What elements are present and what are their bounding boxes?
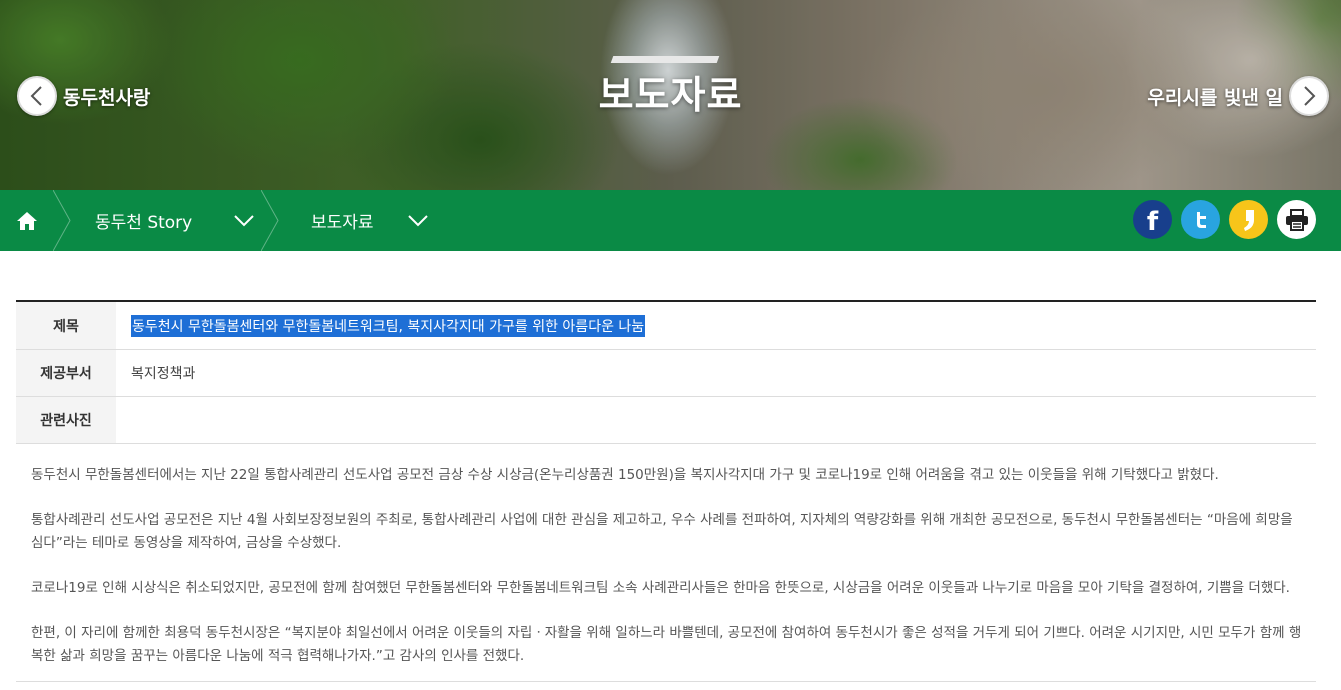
share-buttons: f — [1133, 200, 1316, 239]
location-bar: 동두천 Story 보도자료 f — [0, 190, 1341, 251]
title-value-cell: 동두천시 무한돌봄센터와 무한돌봄네트워크팀, 복지사각지대 가구를 위한 아름… — [116, 302, 1316, 349]
breadcrumb-separator — [53, 190, 71, 251]
department-value: 복지정책과 — [131, 366, 196, 382]
twitter-icon[interactable] — [1191, 210, 1211, 230]
facebook-share-button[interactable]: f — [1133, 200, 1172, 239]
article-paragraph: 동두천시 무한돌봄센터에서는 지난 22일 통합사례관리 선도사업 공모전 금상… — [31, 467, 1219, 483]
breadcrumb-story-dropdown[interactable]: 동두천 Story — [71, 190, 261, 251]
article-body: 동두천시 무한돌봄센터에서는 지난 22일 통합사례관리 선도사업 공모전 금상… — [31, 464, 1306, 690]
print-button[interactable] — [1277, 200, 1316, 239]
photo-value — [116, 397, 1316, 443]
home-button[interactable] — [0, 190, 53, 251]
facebook-icon[interactable]: f — [1147, 209, 1158, 235]
breadcrumb-press-dropdown[interactable]: 보도자료 — [279, 190, 439, 251]
title-row: 제목 동두천시 무한돌봄센터와 무한돌봄네트워크팀, 복지사각지대 가구를 위한… — [16, 302, 1316, 350]
prev-page-link[interactable]: 동두천사랑 — [17, 76, 150, 116]
next-page-label[interactable]: 우리시를 빛낸 일 — [1147, 83, 1283, 110]
department-label: 제공부서 — [16, 350, 116, 396]
chevron-down-icon[interactable] — [407, 214, 428, 227]
breadcrumb-press-label[interactable]: 보도자료 — [311, 208, 374, 233]
breadcrumb-story-label[interactable]: 동두천 Story — [95, 208, 192, 233]
home-icon[interactable] — [16, 211, 38, 231]
next-page-link[interactable]: 우리시를 빛낸 일 — [1147, 76, 1329, 116]
chevron-left-icon[interactable] — [17, 76, 57, 116]
hero-banner: 보도자료 동두천사랑 우리시를 빛낸 일 — [0, 0, 1341, 190]
photo-label: 관련사진 — [16, 397, 116, 443]
breadcrumb-separator — [261, 190, 279, 251]
twitter-share-button[interactable] — [1181, 200, 1220, 239]
article-paragraph: 통합사례관리 선도사업 공모전은 지난 4월 사회보장정보원의 주최로, 통합사… — [31, 512, 1293, 551]
article-paragraph: 한편, 이 자리에 함께한 최용덕 동두천시장은 “복지분야 최일선에서 어려운… — [31, 625, 1302, 664]
page-title: 보도자료 — [598, 73, 743, 117]
article-info-table: 제목 동두천시 무한돌봄센터와 무한돌봄네트워크팀, 복지사각지대 가구를 위한… — [16, 300, 1316, 444]
chevron-right-icon[interactable] — [1289, 76, 1329, 116]
prev-page-label[interactable]: 동두천사랑 — [63, 83, 150, 110]
kakaostory-icon[interactable] — [1241, 208, 1257, 232]
kakaostory-share-button[interactable] — [1229, 200, 1268, 239]
title-label: 제목 — [16, 302, 116, 349]
chevron-down-icon[interactable] — [234, 214, 254, 227]
article-title: 동두천시 무한돌봄센터와 무한돌봄네트워크팀, 복지사각지대 가구를 위한 아름… — [131, 314, 646, 337]
bottom-divider — [16, 681, 1316, 682]
photo-row: 관련사진 — [16, 397, 1316, 444]
department-row: 제공부서 복지정책과 — [16, 350, 1316, 397]
print-icon[interactable] — [1285, 208, 1309, 231]
article-paragraph: 코로나19로 인해 시상식은 취소되었지만, 공모전에 함께 참여했던 무한돌봄… — [31, 580, 1290, 596]
title-accent-bar — [610, 56, 720, 63]
